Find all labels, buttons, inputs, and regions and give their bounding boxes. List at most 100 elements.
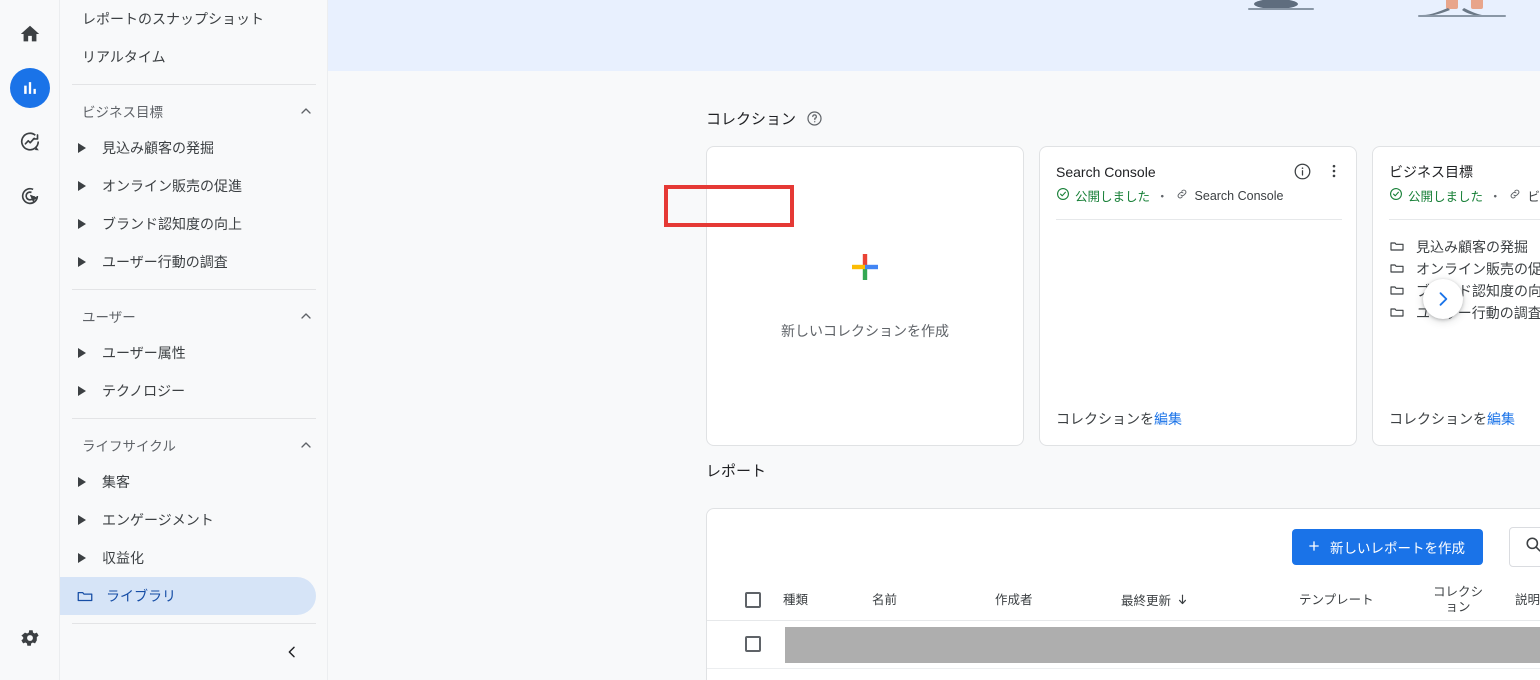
- sidebar-section-business-objectives[interactable]: ビジネス目標: [60, 93, 328, 129]
- help-circle-icon[interactable]: [806, 110, 823, 127]
- folder-icon: [1389, 282, 1405, 301]
- icon-rail: [0, 0, 60, 680]
- sidebar-item-technology[interactable]: テクノロジー: [60, 372, 316, 410]
- sidebar-section-lifecycle[interactable]: ライフサイクル: [60, 427, 328, 463]
- folder-icon: [1389, 304, 1405, 323]
- sidebar-item-realtime[interactable]: リアルタイム: [60, 38, 316, 76]
- sidebar-item-acquisition[interactable]: 集客: [60, 463, 316, 501]
- published-status: 公開しました: [1056, 186, 1150, 205]
- column-header-type[interactable]: 種類: [783, 593, 808, 608]
- search-icon: [1524, 535, 1540, 559]
- triangle-right-icon: [74, 386, 90, 396]
- sidebar-item-monetization[interactable]: 収益化: [60, 539, 316, 577]
- sidebar-divider-1: [72, 84, 316, 85]
- chevron-up-icon: [298, 103, 314, 119]
- reports-toolbar: 新しいレポートを作成: [707, 509, 1540, 580]
- sidebar-item-label: ブランド認知度の向上: [102, 216, 242, 232]
- analytics-app: レポートのスナップショット リアルタイム ビジネス目標 見込み顧客の発掘 オンラ…: [0, 0, 1540, 680]
- redacted-row-content: [785, 627, 1540, 663]
- create-collection-label: 新しいコレクションを作成: [781, 322, 949, 339]
- select-all-checkbox[interactable]: [745, 592, 761, 608]
- column-header-template[interactable]: テンプレート: [1299, 593, 1374, 608]
- triangle-right-icon: [74, 348, 90, 358]
- list-item[interactable]: ブランド認知度の向上: [1389, 280, 1540, 302]
- triangle-right-icon: [74, 477, 90, 487]
- triangle-right-icon: [74, 181, 90, 191]
- info-icon[interactable]: [1290, 159, 1314, 183]
- check-circle-icon: [1056, 187, 1070, 204]
- overflow-menu-icon[interactable]: [1322, 159, 1346, 183]
- list-item[interactable]: オンライン販売の促進: [1389, 258, 1540, 280]
- sidebar-item-demographics[interactable]: ユーザー属性: [60, 334, 316, 372]
- sidebar-item-reports-snapshot[interactable]: レポートのスナップショット: [60, 0, 316, 38]
- row-checkbox[interactable]: [745, 636, 761, 652]
- column-header-author[interactable]: 作成者: [995, 593, 1033, 608]
- sidebar-item-brand-awareness[interactable]: ブランド認知度の向上: [60, 205, 316, 243]
- table-row-next-partial[interactable]: [707, 669, 1540, 680]
- reports-heading-label: レポート: [706, 463, 767, 480]
- column-header-name[interactable]: 名前: [872, 593, 897, 608]
- list-item[interactable]: 見込み顧客の発掘: [1389, 236, 1540, 258]
- sort-descending-arrow-icon: [1176, 593, 1189, 610]
- card-title: ビジネス目標: [1389, 164, 1473, 180]
- column-header-collection[interactable]: コレクション: [1430, 585, 1486, 615]
- triangle-right-icon: [74, 219, 90, 229]
- sidebar-item-label: ユーザー属性: [102, 345, 186, 361]
- link-source-icon: [1175, 187, 1189, 204]
- published-label: 公開しました: [1408, 190, 1484, 204]
- card-source: ビジネス目標: [1508, 186, 1540, 205]
- sidebar-item-engagement[interactable]: エンゲージメント: [60, 501, 316, 539]
- reports-table-header: 種類 名前 作成者 最終更新 テンプレート コレクション 説明: [707, 580, 1540, 621]
- card-meta: 公開しました ・ ビジネス目標: [1389, 186, 1540, 205]
- edit-collection-link[interactable]: コレクションを編集: [1056, 409, 1182, 429]
- edit-collection-link[interactable]: コレクションを編集: [1389, 409, 1515, 429]
- chevron-up-icon: [298, 308, 314, 324]
- column-header-last-updated[interactable]: 最終更新: [1121, 593, 1189, 610]
- triangle-right-icon: [74, 515, 90, 525]
- collections-heading: コレクション: [706, 108, 823, 129]
- sidebar-section-label: ライフサイクル: [82, 439, 176, 454]
- column-header-description[interactable]: 説明: [1515, 593, 1540, 608]
- card-meta: 公開しました ・ Search Console: [1056, 186, 1342, 205]
- sidebar-item-library[interactable]: ライブラリ: [60, 577, 316, 615]
- reports-icon[interactable]: [9, 68, 50, 108]
- carousel-next-button[interactable]: [1423, 279, 1463, 319]
- collection-card-search-console[interactable]: Search Console 公開しました ・ Search Console コ…: [1039, 146, 1357, 446]
- home-icon[interactable]: [10, 14, 50, 54]
- navigation-sidebar: レポートのスナップショット リアルタイム ビジネス目標 見込み顧客の発掘 オンラ…: [60, 0, 328, 680]
- advertising-icon[interactable]: [10, 176, 50, 216]
- published-label: 公開しました: [1075, 190, 1151, 204]
- sidebar-item-label: オンライン販売の促進: [102, 178, 242, 194]
- triangle-right-icon: [74, 257, 90, 267]
- collections-heading-label: コレクション: [706, 111, 797, 128]
- settings-gear-icon[interactable]: [10, 618, 50, 658]
- table-row[interactable]: [707, 621, 1540, 669]
- card-divider: [1389, 219, 1540, 220]
- nav-scroll-area: レポートのスナップショット リアルタイム ビジネス目標 見込み顧客の発掘 オンラ…: [60, 0, 328, 615]
- sidebar-section-label: ユーザー: [82, 310, 136, 325]
- list-item-label: オンライン販売の促進: [1416, 261, 1540, 277]
- card-source-label: ビジネス目標: [1527, 190, 1540, 204]
- sidebar-divider-3: [72, 418, 316, 419]
- card-divider: [1056, 219, 1342, 220]
- main-content: コレクション 新しいコレクションを作成 Search Console 公開しまし…: [328, 0, 1540, 680]
- sidebar-item-user-behavior[interactable]: ユーザー行動の調査: [60, 243, 316, 281]
- sidebar-item-lead-generation[interactable]: 見込み顧客の発掘: [60, 129, 316, 167]
- sidebar-item-online-sales[interactable]: オンライン販売の促進: [60, 167, 316, 205]
- sidebar-item-label: レポートのスナップショット: [82, 11, 264, 27]
- annotation-highlight-box: [664, 185, 794, 227]
- edit-collection-suffix: 編集: [1154, 411, 1182, 427]
- column-header-last-updated-label: 最終更新: [1121, 594, 1172, 608]
- sidebar-item-label: テクノロジー: [102, 383, 186, 399]
- search-box[interactable]: [1509, 527, 1540, 567]
- create-report-button[interactable]: 新しいレポートを作成: [1292, 529, 1483, 565]
- sidebar-item-label: ユーザー行動の調査: [102, 254, 228, 270]
- sidebar-section-user[interactable]: ユーザー: [60, 298, 328, 334]
- sidebar-collapse-button[interactable]: [278, 638, 306, 666]
- card-source: Search Console: [1175, 187, 1283, 204]
- sidebar-divider-bottom: [72, 623, 316, 624]
- banner-illustration-left: [1248, 0, 1314, 10]
- explore-icon[interactable]: [10, 122, 50, 162]
- reports-heading: レポート: [706, 460, 766, 481]
- list-item[interactable]: ユーザー行動の調査: [1389, 302, 1540, 324]
